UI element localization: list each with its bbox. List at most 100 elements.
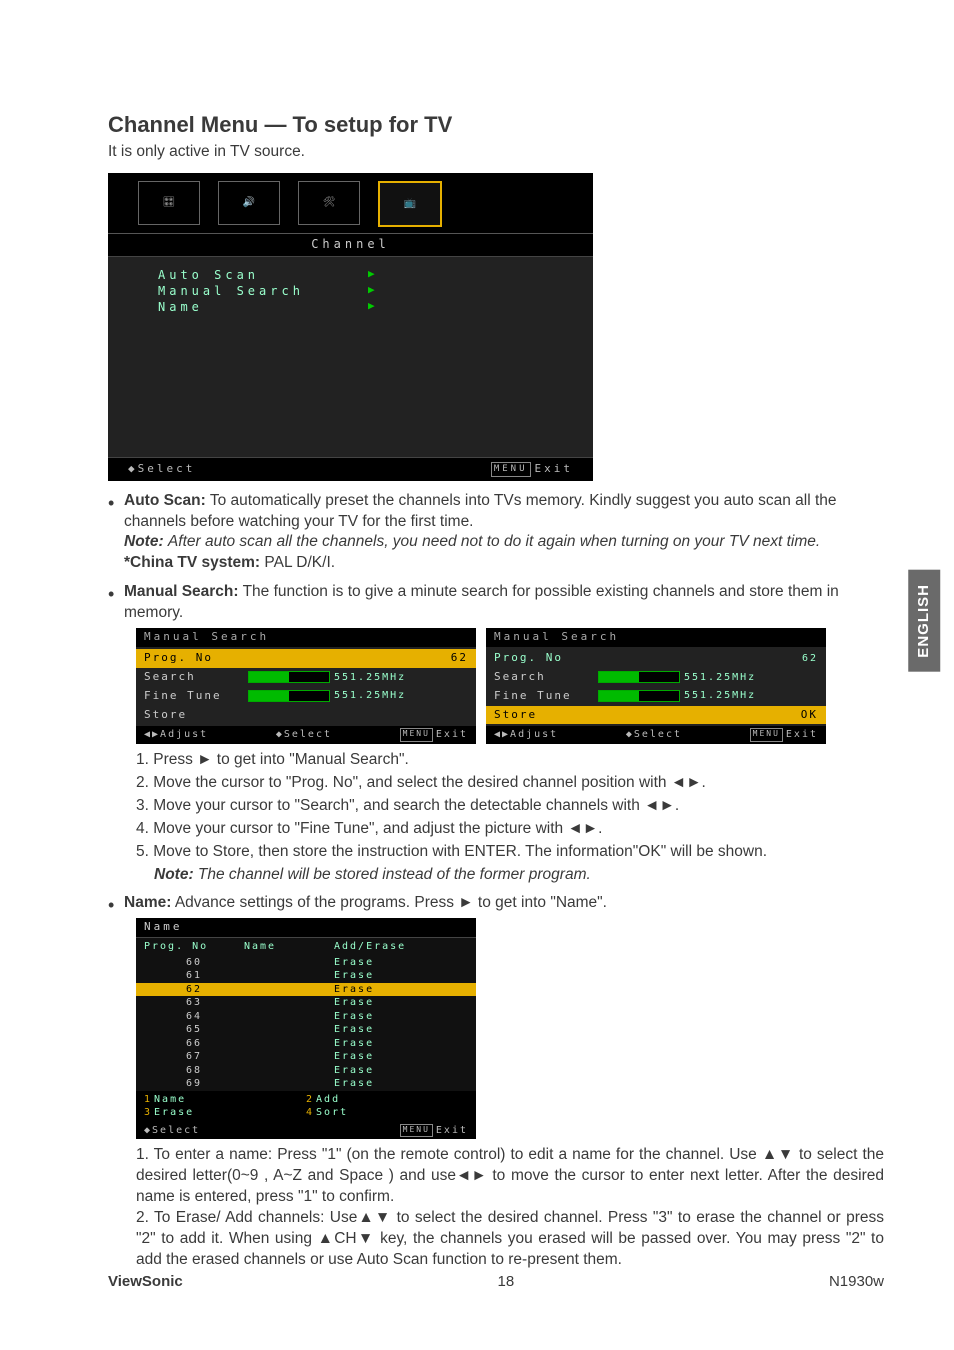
name-cmd: 3Erase — [144, 1106, 306, 1120]
name-bullet: Name: Advance settings of the programs. … — [108, 893, 884, 1270]
ms1-sel-glyph: ◆ — [276, 728, 284, 742]
footer-exit-label: Exit — [535, 462, 574, 477]
name-label: Name: — [124, 894, 171, 911]
col-act: Add/Erase — [334, 940, 406, 954]
arrow-icon: ▶ — [368, 299, 379, 315]
arrow-icon: ▶ — [368, 283, 379, 299]
osd-tabrow: 🎛 🔊 🛠 📺 — [108, 173, 593, 234]
step: 1. Press ► to get into "Manual Search". — [136, 750, 884, 771]
name-row: 63Erase — [136, 996, 476, 1010]
manual-search-label: Manual Search: — [124, 583, 239, 600]
osd-footer: ◆ Select MENU Exit — [108, 458, 593, 481]
tab-picture-icon: 🎛 — [138, 181, 200, 225]
name-cmd: 2Add — [306, 1093, 468, 1107]
ms1-prog-label: Prog. No — [144, 651, 244, 666]
step: 2. Move the cursor to "Prog. No", and se… — [136, 773, 884, 794]
ms2-exit: Exit — [786, 728, 818, 742]
section-subhead: It is only active in TV source. — [108, 142, 884, 163]
name-instr-2: 2. To Erase/ Add channels: Use▲▼ to sele… — [136, 1208, 884, 1271]
manual-search-steps: 1. Press ► to get into "Manual Search". … — [136, 750, 884, 886]
footer-model: N1930w — [829, 1272, 884, 1292]
name-cmd: 4Sort — [306, 1106, 468, 1120]
step: 4. Move your cursor to "Fine Tune", and … — [136, 819, 884, 840]
manual-search-osd-2: Manual Search Prog. No 62 Search 551.25MHz… — [486, 628, 826, 744]
name-osd-title: Name — [136, 918, 476, 937]
osd-body: Auto Scan ▶ Manual Search ▶ Name ▶ — [108, 257, 593, 458]
ms1-search-val: 551.25MHz — [334, 671, 406, 685]
col-prog: Prog. No — [144, 940, 244, 954]
name-row: 66Erase — [136, 1037, 476, 1051]
ms1-sel: Select — [284, 728, 332, 742]
ms2-store-label: Store — [494, 708, 594, 723]
ms2-fine-val: 551.25MHz — [684, 689, 756, 703]
ms1-search-label: Search — [144, 670, 244, 685]
ms2-adj-glyph: ◀▶ — [494, 728, 510, 742]
footer-select-glyph: ◆ — [128, 462, 138, 477]
ms2-fine-label: Fine Tune — [494, 689, 594, 704]
note-label: Note: — [124, 533, 164, 550]
auto-scan-bullet: Auto Scan: To automatically preset the c… — [108, 491, 884, 575]
name-row: 68Erase — [136, 1064, 476, 1078]
ms2-prog-label: Prog. No — [494, 651, 594, 666]
ms2-title: Manual Search — [486, 628, 826, 647]
china-val: PAL D/K/I. — [264, 554, 335, 571]
name-row: 61Erase — [136, 969, 476, 983]
ms2-adj: Adjust — [510, 728, 558, 742]
ms1-tag: MENU — [400, 728, 433, 742]
name-row: 65Erase — [136, 1023, 476, 1037]
ms1-adj-glyph: ◀▶ — [144, 728, 160, 742]
name-osd: Name Prog. No Name Add/Erase 60Erase61Er… — [136, 918, 476, 1139]
ms1-fine-label: Fine Tune — [144, 689, 244, 704]
osd-item: Manual Search — [158, 283, 348, 299]
ms2-tag: MENU — [750, 728, 783, 742]
osd-item: Auto Scan — [158, 267, 348, 283]
name-row: 64Erase — [136, 1010, 476, 1024]
ms2-prog-val: 62 — [802, 652, 818, 666]
name-intro: Advance settings of the programs. Press … — [175, 894, 607, 911]
arrow-icon: ▶ — [368, 267, 379, 283]
name-row: 60Erase — [136, 956, 476, 970]
step: 5. Move to Store, then store the instruc… — [136, 842, 884, 863]
manual-search-bullet: Manual Search: The function is to give a… — [108, 582, 884, 885]
step: 3. Move your cursor to "Search", and sea… — [136, 796, 884, 817]
ms2-search-label: Search — [494, 670, 594, 685]
footer-brand: ViewSonic — [108, 1272, 183, 1292]
auto-scan-text: To automatically preset the channels int… — [124, 492, 837, 530]
nf-sel: Select — [152, 1124, 200, 1138]
language-tab: ENGLISH — [908, 570, 940, 672]
ms2-search-val: 551.25MHz — [684, 671, 756, 685]
ms-note-label: Note: — [154, 866, 194, 883]
ms1-adj: Adjust — [160, 728, 208, 742]
name-cmd: 1Name — [144, 1093, 306, 1107]
footer-page: 18 — [498, 1272, 515, 1292]
tab-channel-icon: 📺 — [378, 181, 442, 227]
note-text: After auto scan all the channels, you ne… — [168, 533, 820, 550]
china-label: *China TV system: — [124, 554, 260, 571]
tab-setup-icon: 🛠 — [298, 181, 360, 225]
manual-search-osd-1: Manual Search Prog. No 62 Search 551.25MHz… — [136, 628, 476, 744]
nf-sel-glyph: ◆ — [144, 1124, 152, 1138]
osd-title: Channel — [108, 234, 593, 257]
ms1-exit: Exit — [436, 728, 468, 742]
ms1-fine-val: 551.25MHz — [334, 689, 406, 703]
ms2-sel: Select — [634, 728, 682, 742]
ms1-store-label: Store — [144, 708, 244, 723]
ms-note-text: The channel will be stored instead of th… — [198, 866, 591, 883]
name-row: 69Erase — [136, 1077, 476, 1091]
ms2-sel-glyph: ◆ — [626, 728, 634, 742]
nf-tag: MENU — [400, 1124, 433, 1138]
tab-sound-icon: 🔊 — [218, 181, 280, 225]
ms2-store-ok: OK — [801, 708, 818, 723]
name-row: 67Erase — [136, 1050, 476, 1064]
section-title: Channel Menu — To setup for TV — [108, 110, 884, 140]
footer-menu-tag: MENU — [491, 462, 531, 477]
col-name: Name — [244, 940, 334, 954]
name-instr-1: 1. To enter a name: Press "1" (on the re… — [136, 1145, 884, 1208]
nf-exit: Exit — [436, 1124, 468, 1138]
auto-scan-label: Auto Scan: — [124, 492, 206, 509]
channel-osd: 🎛 🔊 🛠 📺 Channel Auto Scan ▶ Manual Search… — [108, 173, 593, 481]
ms1-title: Manual Search — [136, 628, 476, 647]
footer-select-label: Select — [138, 462, 196, 477]
ms1-prog-val: 62 — [451, 651, 468, 666]
osd-item: Name — [158, 299, 348, 315]
